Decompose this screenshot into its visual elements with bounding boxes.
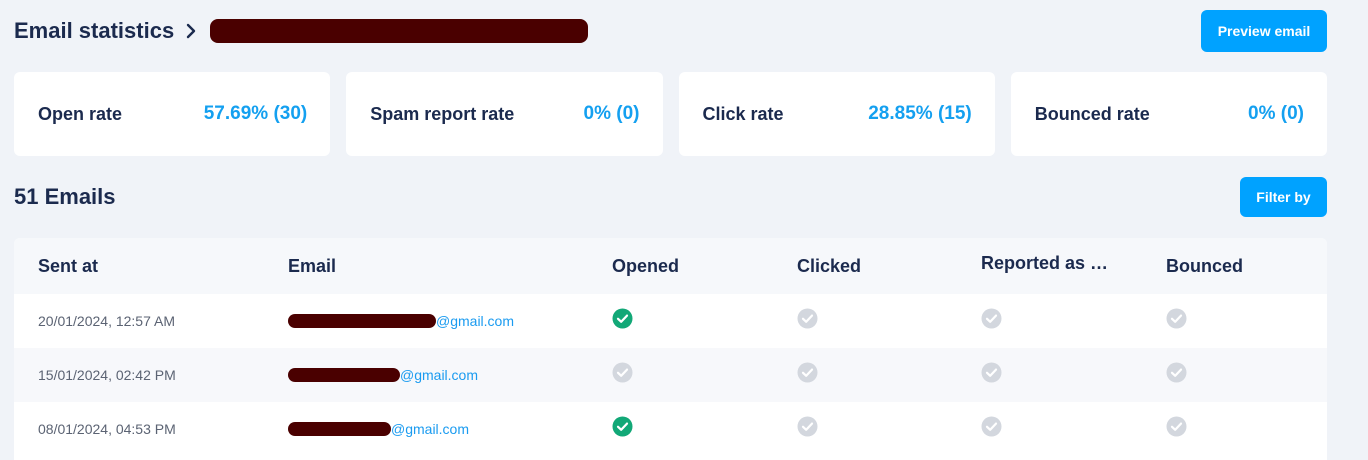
column-header-reported[interactable]: Reported as s… <box>981 253 1166 279</box>
column-header-email[interactable]: Email <box>288 256 612 277</box>
table-header: Sent at Email Opened Clicked Reported as… <box>14 238 1327 294</box>
reported-cell <box>981 416 1166 442</box>
stat-value: 57.69% (30) <box>203 103 308 124</box>
filter-by-button[interactable]: Filter by <box>1240 177 1327 217</box>
sent-at-cell: 15/01/2024, 02:42 PM <box>38 367 176 383</box>
stat-label: Click rate <box>702 103 784 124</box>
reported-cell <box>981 308 1166 334</box>
emails-count-title: 51 Emails <box>14 184 116 209</box>
check-circle-gray-icon <box>1166 362 1187 383</box>
stat-card-spam-report-rate: Spam report rate 0% (0) <box>346 72 663 156</box>
stat-label: Open rate <box>38 103 123 124</box>
email-domain: @gmail.com <box>436 313 515 329</box>
check-circle-gray-icon <box>612 362 633 383</box>
clicked-cell <box>797 362 981 388</box>
email-domain: @gmail.com <box>391 421 470 437</box>
bounced-cell <box>1166 308 1327 334</box>
sent-at-cell: 20/01/2024, 12:57 AM <box>38 313 175 329</box>
redacted-subject <box>210 19 589 43</box>
redacted-email-user <box>288 422 391 436</box>
column-header-sent-at[interactable]: Sent at <box>14 256 288 277</box>
redacted-email-user <box>288 368 400 382</box>
opened-cell <box>612 308 797 334</box>
clicked-cell <box>797 416 981 442</box>
check-circle-gray-icon <box>797 416 818 437</box>
check-circle-gray-icon <box>981 308 1002 329</box>
check-circle-gray-icon <box>981 416 1002 437</box>
email-cell[interactable]: @gmail.com <box>288 313 612 329</box>
stat-card-click-rate: Click rate 28.85% (15) <box>678 72 995 156</box>
email-cell[interactable]: @gmail.com <box>288 367 612 383</box>
check-circle-gray-icon <box>1166 416 1187 437</box>
check-circle-gray-icon <box>1166 308 1187 329</box>
sent-at-cell: 08/01/2024, 04:53 PM <box>38 421 176 437</box>
table-row[interactable]: 15/01/2024, 02:42 PM @gmail.com <box>14 348 1327 402</box>
check-circle-gray-icon <box>981 362 1002 383</box>
stat-label: Spam report rate <box>370 103 515 124</box>
stat-value: 28.85% (15) <box>868 103 972 124</box>
stat-value: 0% (0) <box>1248 103 1304 124</box>
bounced-cell <box>1166 362 1327 388</box>
stat-value: 0% (0) <box>583 103 640 124</box>
email-domain: @gmail.com <box>400 367 479 383</box>
clicked-cell <box>797 308 981 334</box>
page-title: Email statistics <box>14 18 175 43</box>
table-row[interactable]: 20/01/2024, 12:57 AM @gmail.com <box>14 294 1327 348</box>
opened-cell <box>612 416 797 442</box>
stats-row: Open rate 57.69% (30) Spam report rate 0… <box>14 72 1327 156</box>
stat-card-bounced-rate: Bounced rate 0% (0) <box>1010 72 1327 156</box>
column-header-bounced[interactable]: Bounced <box>1166 256 1327 277</box>
bounced-cell <box>1166 416 1327 442</box>
stat-card-open-rate: Open rate 57.69% (30) <box>14 72 331 156</box>
opened-cell <box>612 362 797 388</box>
email-cell[interactable]: @gmail.com <box>288 421 612 437</box>
column-header-reported-label: Reported as s… <box>981 253 1111 273</box>
emails-table: Sent at Email Opened Clicked Reported as… <box>14 238 1327 460</box>
check-circle-gray-icon <box>797 308 818 329</box>
redacted-email-user <box>288 314 436 328</box>
reported-cell <box>981 362 1166 388</box>
stat-label: Bounced rate <box>1034 103 1150 124</box>
preview-email-button[interactable]: Preview email <box>1201 10 1327 52</box>
column-header-opened[interactable]: Opened <box>612 256 797 277</box>
table-row[interactable]: 08/01/2024, 04:53 PM @gmail.com <box>14 402 1327 456</box>
check-circle-filled-icon <box>612 416 633 437</box>
check-circle-filled-icon <box>612 308 633 329</box>
page-header: Email statistics <box>14 10 1327 52</box>
check-circle-gray-icon <box>797 362 818 383</box>
column-header-clicked[interactable]: Clicked <box>797 256 981 277</box>
chevron-right-icon <box>186 23 196 39</box>
